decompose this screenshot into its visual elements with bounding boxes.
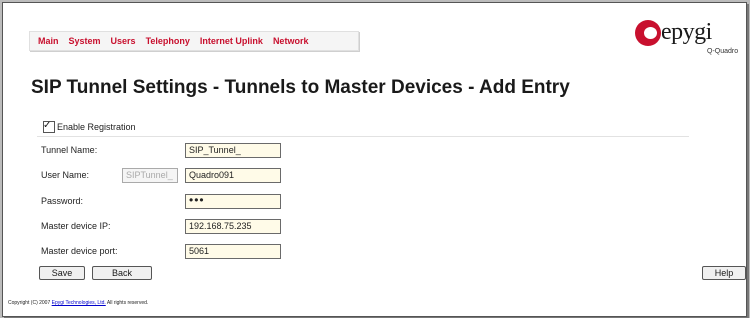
browser-frame: Main System Users Telephony Internet Upl… <box>2 2 747 317</box>
divider <box>37 136 689 137</box>
footer-copyright: Copyright (C) 2007 <box>8 300 51 306</box>
help-button[interactable]: Help <box>702 266 746 280</box>
user-name-label: User Name: <box>41 170 90 180</box>
user-name-prefix: SIPTunnel_ <box>122 168 178 183</box>
master-ip-label: Master device IP: <box>41 221 111 231</box>
nav-users[interactable]: Users <box>111 36 136 46</box>
tunnel-name-input[interactable]: SIP_Tunnel_ <box>185 143 281 158</box>
nav-telephony[interactable]: Telephony <box>146 36 190 46</box>
page-title: SIP Tunnel Settings - Tunnels to Master … <box>31 77 570 98</box>
back-button[interactable]: Back <box>92 266 152 280</box>
logo-brand: epygi <box>661 19 712 45</box>
nav-network[interactable]: Network <box>273 36 309 46</box>
master-port-input[interactable]: 5061 <box>185 244 281 259</box>
footer-rights: All rights reserved. <box>106 300 149 306</box>
password-input[interactable]: ••• <box>185 194 281 209</box>
save-button[interactable]: Save <box>39 266 85 280</box>
logo-product: Q-Quadro <box>707 48 739 55</box>
epygi-logo: epygi Q-Quadro <box>635 17 743 57</box>
master-port-label: Master device port: <box>41 246 118 256</box>
footer-company-link[interactable]: Epygi Technologies, Ltd. <box>52 300 106 306</box>
top-nav: Main System Users Telephony Internet Upl… <box>29 31 359 51</box>
logo-mark-icon <box>635 20 661 46</box>
nav-system[interactable]: System <box>69 36 101 46</box>
master-ip-input[interactable]: 192.168.75.235 <box>185 219 281 234</box>
nav-main[interactable]: Main <box>38 36 59 46</box>
nav-internet-uplink[interactable]: Internet Uplink <box>200 36 263 46</box>
enable-registration-row: ✓ Enable Registration <box>43 120 136 133</box>
enable-registration-checkbox[interactable]: ✓ <box>43 120 55 133</box>
user-name-input[interactable]: Quadro091 <box>185 168 281 183</box>
check-icon: ✓ <box>43 120 52 131</box>
footer: Copyright (C) 2007 Epygi Technologies, L… <box>8 300 148 306</box>
enable-registration-label: Enable Registration <box>57 122 136 132</box>
tunnel-name-label: Tunnel Name: <box>41 145 98 155</box>
password-label: Password: <box>41 196 84 206</box>
